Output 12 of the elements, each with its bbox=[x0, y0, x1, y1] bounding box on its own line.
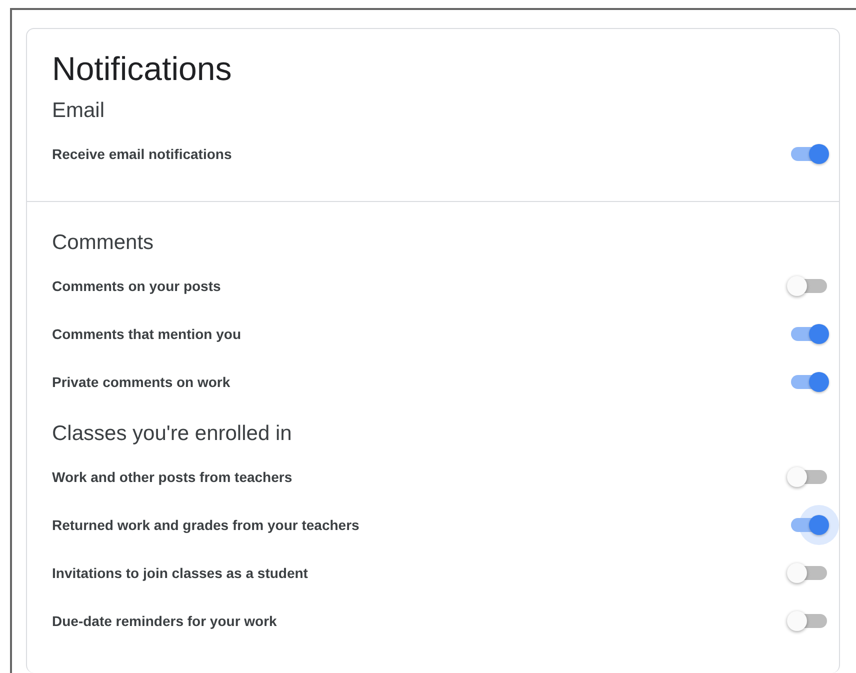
section-heading: Classes you're enrolled in bbox=[52, 421, 293, 447]
setting-label: Work and other posts from teachers bbox=[52, 469, 292, 485]
setting-label: Comments that mention you bbox=[52, 326, 242, 342]
setting-label: Invitations to join classes as a student bbox=[52, 565, 308, 581]
section-heading: Email bbox=[52, 98, 106, 124]
section-heading: Comments bbox=[52, 230, 155, 256]
setting-label: Private comments on work bbox=[52, 374, 230, 390]
page-title: Notifications bbox=[51, 49, 233, 89]
setting-label: Comments on your posts bbox=[52, 278, 221, 294]
setting-label: Receive email notifications bbox=[52, 146, 232, 162]
setting-label: Due-date reminders for your work bbox=[52, 613, 277, 629]
setting-label: Returned work and grades from your teachers bbox=[52, 517, 360, 533]
